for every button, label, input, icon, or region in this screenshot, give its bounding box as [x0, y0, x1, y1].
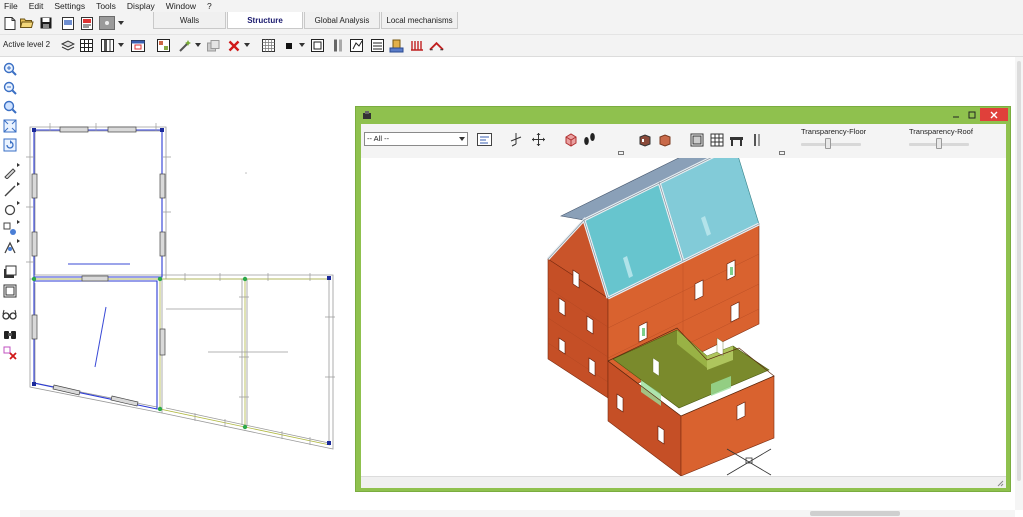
view-grid-icon[interactable] — [709, 132, 724, 147]
magic-wand-icon[interactable] — [177, 38, 192, 53]
color-picker-icon[interactable] — [99, 16, 115, 30]
resize-grip-icon[interactable] — [996, 479, 1004, 489]
vertical-scroll-thumb[interactable] — [1017, 61, 1021, 481]
zoom-window-icon[interactable] — [2, 99, 17, 114]
tie-rods-icon[interactable] — [409, 38, 424, 53]
dimension-icon[interactable] — [2, 239, 20, 255]
window-view-icon[interactable] — [130, 38, 145, 53]
new-file-icon[interactable] — [3, 16, 17, 30]
3d-view-statusbar — [361, 476, 1006, 488]
structure-toolbar: Active level 2 — [0, 35, 1023, 57]
brick-display-icon[interactable] — [657, 132, 672, 147]
building-3d-model — [546, 141, 775, 477]
3d-window-app-icon — [362, 110, 372, 122]
menu-file[interactable]: File — [4, 1, 18, 11]
material-icon[interactable] — [156, 38, 171, 53]
report-icon[interactable] — [80, 16, 94, 30]
transparency-floor-slider[interactable] — [801, 138, 861, 149]
delete-icon[interactable] — [226, 38, 241, 53]
horizontal-scrollbar[interactable] — [20, 510, 1015, 517]
more-view-options-icon[interactable] — [779, 151, 785, 155]
frame-view-icon[interactable] — [2, 283, 17, 298]
footprints-icon[interactable] — [582, 132, 597, 147]
frame-icon[interactable] — [310, 38, 325, 53]
columns-icon[interactable] — [100, 38, 115, 53]
layers-icon[interactable] — [2, 264, 17, 279]
transparency-roof-label: Transparency-Roof — [909, 127, 973, 136]
view-beam-icon[interactable] — [729, 132, 744, 147]
beam-vertical-icon[interactable] — [330, 38, 345, 53]
menu-window[interactable]: Window — [166, 1, 196, 11]
view-column-icon[interactable] — [749, 132, 764, 147]
mesh-grid-icon[interactable] — [261, 38, 276, 53]
transparency-floor-label: Transparency-Floor — [801, 127, 867, 136]
element-filter-select[interactable]: -- All -- — [364, 132, 468, 146]
columns-dropdown-arrow-icon[interactable] — [118, 43, 124, 47]
pan-move-icon[interactable] — [531, 132, 546, 147]
transparency-roof-thumb[interactable] — [936, 138, 942, 149]
chevron-down-icon — [459, 137, 465, 141]
horizontal-scroll-thumb[interactable] — [810, 511, 900, 516]
close-icon[interactable] — [980, 108, 1008, 121]
draw-circle-icon[interactable] — [2, 201, 20, 217]
axes-icon[interactable] — [509, 132, 524, 147]
element-filter-value: -- All -- — [367, 134, 390, 143]
wand-dropdown-arrow-icon[interactable] — [195, 43, 201, 47]
menu-tools[interactable]: Tools — [96, 1, 116, 11]
node-square-icon[interactable] — [281, 38, 296, 53]
roof-icon[interactable] — [429, 38, 444, 53]
grid-table-icon[interactable] — [79, 38, 94, 53]
tab-structure[interactable]: Structure — [227, 12, 303, 29]
delete-dropdown-arrow-icon[interactable] — [244, 43, 250, 47]
refresh-view-icon[interactable] — [2, 137, 17, 152]
save-icon[interactable] — [39, 16, 53, 30]
open-folder-icon[interactable] — [20, 16, 34, 30]
drawing-toolbox — [0, 57, 20, 517]
glasses-icon[interactable] — [2, 307, 17, 322]
binoculars-icon[interactable] — [2, 326, 17, 341]
more-options-icon[interactable] — [618, 151, 624, 155]
active-level-label: Active level 2 — [3, 40, 51, 49]
walls-display-icon[interactable] — [637, 132, 652, 147]
view-frame-icon[interactable] — [689, 132, 704, 147]
3d-model-viewport[interactable] — [361, 141, 1006, 477]
menu-bar: File Edit Settings Tools Display Window … — [0, 0, 1023, 12]
transparency-floor-thumb[interactable] — [825, 138, 832, 149]
vertical-scrollbar[interactable] — [1015, 57, 1023, 510]
transparency-roof-slider[interactable] — [909, 138, 969, 149]
mode-tabs: Walls Structure Global Analysis Local me… — [153, 12, 459, 29]
rotate-cube-icon[interactable] — [563, 132, 578, 147]
zoom-in-icon[interactable] — [2, 61, 17, 76]
tab-global-analysis[interactable]: Global Analysis — [304, 12, 380, 29]
menu-settings[interactable]: Settings — [54, 1, 85, 11]
color-dropdown-arrow-icon[interactable] — [118, 21, 124, 25]
draw-wall-icon[interactable] — [2, 163, 20, 179]
zoom-out-icon[interactable] — [2, 80, 17, 95]
lintel-icon[interactable] — [370, 38, 385, 53]
3d-view-window: -- All -- Transparency-Floor Transparenc… — [355, 106, 1011, 492]
properties-panel-icon[interactable] — [477, 132, 492, 147]
tab-local-mechanisms[interactable]: Local mechanisms — [381, 12, 458, 29]
foundation-icon[interactable] — [389, 38, 404, 53]
tab-walls[interactable]: Walls — [153, 12, 226, 29]
menu-help[interactable]: ? — [207, 1, 212, 11]
maximize-icon[interactable] — [963, 108, 981, 121]
menu-display[interactable]: Display — [127, 1, 155, 11]
levels-icon[interactable] — [60, 38, 75, 53]
main-toolbar: Walls Structure Global Analysis Local me… — [0, 12, 1023, 35]
export-icon[interactable] — [61, 16, 75, 30]
node-dropdown-arrow-icon[interactable] — [299, 43, 305, 47]
draw-line-icon[interactable] — [2, 182, 20, 198]
3d-view-toolbar: -- All -- Transparency-Floor Transparenc… — [361, 124, 1006, 158]
menu-edit[interactable]: Edit — [29, 1, 44, 11]
3d-view-titlebar[interactable] — [356, 107, 1010, 123]
copy-level-icon[interactable] — [206, 38, 221, 53]
shapes-icon[interactable] — [2, 220, 20, 236]
deselect-icon[interactable] — [2, 345, 17, 360]
draw-shape-icon[interactable] — [349, 38, 364, 53]
application-window: File Edit Settings Tools Display Window … — [0, 0, 1023, 517]
zoom-extents-icon[interactable] — [2, 118, 17, 133]
